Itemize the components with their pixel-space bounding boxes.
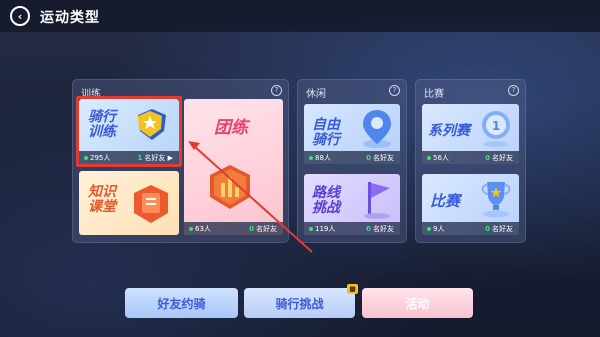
gift-icon: ■ (347, 284, 358, 294)
button-label: 活动 (405, 296, 430, 311)
ride-challenge-button[interactable]: 骑行挑战 ■ (244, 284, 358, 318)
friend-ride-button[interactable]: 好友约骑 (125, 288, 238, 318)
button-label: 好友约骑 (157, 296, 206, 311)
activity-button[interactable]: 活动 (362, 288, 473, 318)
button-label: 骑行挑战 (275, 296, 324, 311)
annotation-arrow-icon (188, 141, 313, 253)
